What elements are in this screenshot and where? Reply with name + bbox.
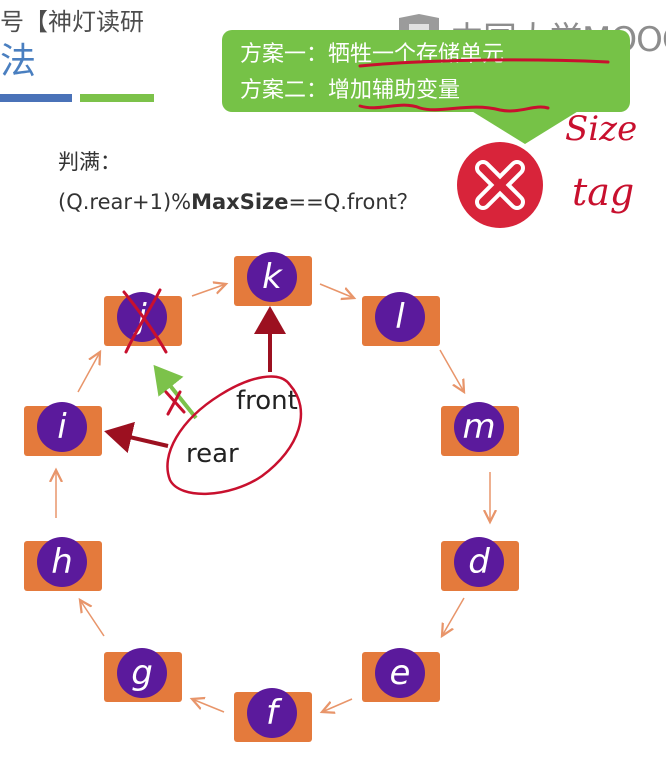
node-letter: h <box>37 537 87 587</box>
front-label: front <box>236 386 298 416</box>
judge-label: 判满： <box>58 150 121 174</box>
ring-arrow <box>322 698 353 712</box>
title-underline-green <box>80 94 154 102</box>
condition-maxsize: MaxSize <box>191 190 289 214</box>
queue-node-f: f <box>234 688 312 742</box>
queue-node-d: d <box>441 537 519 591</box>
node-letter: d <box>454 537 504 587</box>
ring-arrow <box>80 600 105 637</box>
callout-line-2: 方案二：增加辅助变量 <box>240 78 461 103</box>
node-letter: l <box>375 292 425 342</box>
node-letter: g <box>117 648 167 698</box>
callout-box: 方案一：牺牲一个存储单元 方案二：增加辅助变量 <box>222 30 630 112</box>
queue-node-i: i <box>24 402 102 456</box>
queue-node-m: m <box>441 402 519 456</box>
ring-arrow <box>192 699 225 713</box>
queue-node-h: h <box>24 537 102 591</box>
x-circle-icon <box>457 142 543 228</box>
title-fragment: 法 <box>0 41 37 82</box>
callout-line-1: 方案一：牺牲一个存储单元 <box>240 42 505 67</box>
queue-node-g: g <box>104 648 182 702</box>
condition-prefix: (Q.rear+1)% <box>58 190 192 214</box>
ink-cross <box>164 390 186 414</box>
ring-arrow <box>77 352 100 393</box>
node-letter: m <box>454 402 504 452</box>
condition-suffix: ==Q.front？ <box>288 190 418 214</box>
ring-arrow <box>191 284 226 297</box>
queue-node-l: l <box>362 292 440 346</box>
handwritten-tag: tag <box>572 170 634 214</box>
node-letter: k <box>247 252 297 302</box>
queue-node-k: k <box>234 252 312 306</box>
ink-cross <box>166 390 182 416</box>
queue-node-e: e <box>362 648 440 702</box>
rear-label: rear <box>186 439 239 469</box>
queue-node-j: j <box>104 292 182 346</box>
node-letter: f <box>247 688 297 738</box>
ring-arrow <box>442 597 465 636</box>
ring-arrow <box>439 349 464 392</box>
rear-arrow <box>104 421 169 454</box>
full-condition: (Q.rear+1)%MaxSize==Q.front？ <box>58 186 418 216</box>
ring-arrow <box>319 283 354 298</box>
green-arrow <box>153 364 198 420</box>
node-letter: j <box>117 292 167 342</box>
node-letter: i <box>37 402 87 452</box>
title-underline-blue <box>0 94 72 102</box>
node-letter: e <box>375 648 425 698</box>
